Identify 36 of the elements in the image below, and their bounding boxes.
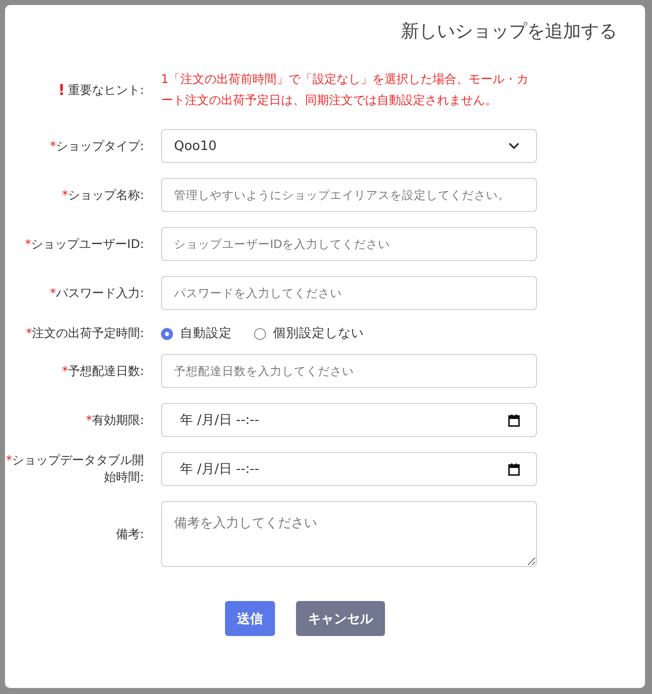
field-label: パスワード入力:	[56, 284, 144, 302]
hint-text: 1「注文の出荷前時間」で「設定なし」を選択した場合、モール・カート注文の出荷予定日は、同期注文では自動設定されません。	[161, 71, 530, 109]
input-field[interactable]: 予想配達日数を入力してください	[161, 354, 537, 388]
calendar-icon	[508, 462, 520, 476]
field-label: 重要なヒント:	[68, 82, 144, 98]
field-label: 有効期限:	[92, 412, 144, 428]
required-asterisk: *	[86, 412, 92, 426]
required-asterisk: *	[6, 453, 12, 467]
cancel-button[interactable]: キャンセル	[296, 601, 385, 636]
input-field[interactable]: ショップユーザーIDを入力してください	[161, 227, 537, 261]
required-asterisk: *	[62, 188, 68, 202]
field-label: ショップユーザーID:	[31, 236, 144, 252]
select-field[interactable]: Qoo10	[161, 129, 537, 163]
required-asterisk: *	[62, 364, 68, 378]
input-field[interactable]: パスワードを入力してください	[161, 276, 537, 310]
required-asterisk: *	[26, 326, 32, 340]
datetime-field[interactable]: 年 /月/日 --:--	[161, 403, 537, 437]
field-label: 予想配達日数:	[68, 362, 144, 380]
required-asterisk: *	[50, 286, 56, 300]
field-label: ショップタイプ:	[56, 138, 144, 154]
field-label: 注文の出荷予定時間:	[32, 325, 144, 342]
calendar-icon	[508, 414, 520, 426]
required-asterisk: *	[50, 138, 56, 152]
field-label: ショップ名称:	[68, 186, 144, 204]
submit-button[interactable]: 送信	[225, 601, 275, 636]
radio-option[interactable]: 個別設定しない	[254, 325, 364, 342]
remarks-textarea[interactable]: 備考を入力してください	[161, 501, 537, 567]
dialog-title: 新しいショップを追加する	[400, 20, 618, 44]
required-asterisk: *	[25, 236, 32, 250]
chevron-down-icon	[508, 142, 520, 150]
datetime-field[interactable]: 年 /月/日 --:--	[161, 452, 537, 486]
input-field[interactable]: 管理しやすいようにショップエイリアスを設定してください。	[161, 178, 537, 212]
radio-option[interactable]: 自動設定	[161, 325, 232, 342]
field-label: ショップデータタブル開始時間:	[12, 452, 144, 486]
warning-icon: !	[58, 81, 65, 99]
field-label: 備考:	[116, 526, 144, 542]
